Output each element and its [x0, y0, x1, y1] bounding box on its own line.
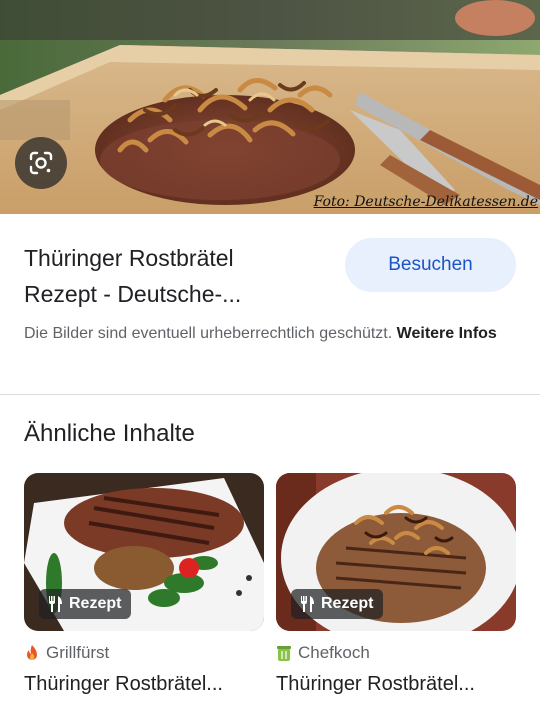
more-info-link[interactable]: Weitere Infos	[397, 325, 497, 342]
chef-pot-icon	[277, 646, 291, 661]
visit-button[interactable]: Besuchen	[345, 238, 516, 292]
hero-image[interactable]: Foto: Deutsche-Delikatessen.de	[0, 0, 540, 214]
related-card-thumbnail[interactable]: Rezept	[24, 473, 264, 631]
google-lens-icon	[29, 151, 53, 175]
google-lens-button[interactable]	[15, 137, 67, 189]
recipe-badge-label: Rezept	[69, 595, 122, 612]
flame-icon	[27, 645, 37, 660]
card-source: Grillfürst	[24, 643, 264, 663]
card-source-label: Grillfürst	[46, 643, 110, 662]
copyright-notice: Die Bilder sind eventuell urheberrechtli…	[24, 322, 524, 346]
result-title-line-1: Thüringer Rostbrätel	[24, 245, 234, 271]
fork-knife-icon	[301, 596, 314, 612]
result-title[interactable]: Thüringer Rostbrätel Rezept - Deutsche-.…	[24, 240, 324, 312]
recipe-badge: Rezept	[291, 589, 384, 619]
result-title-line-2: Rezept - Deutsche-...	[24, 281, 242, 307]
steak-photo	[0, 0, 540, 214]
divider	[0, 394, 540, 395]
related-heading: Ähnliche Inhalte	[24, 420, 195, 447]
copyright-text: Die Bilder sind eventuell urheberrechtli…	[24, 325, 393, 342]
card-title[interactable]: Thüringer Rostbrätel...	[276, 673, 516, 696]
card-source: Chefkoch	[276, 643, 516, 663]
related-card-thumbnail[interactable]: Rezept	[276, 473, 516, 631]
fork-knife-icon	[49, 596, 62, 612]
card-source-label: Chefkoch	[298, 643, 370, 662]
recipe-badge: Rezept	[39, 589, 132, 619]
related-card[interactable]: Rezept Grillfürst Thüringer Rostbrätel..…	[24, 473, 264, 696]
recipe-badge-label: Rezept	[321, 595, 374, 612]
related-card[interactable]: Rezept Chefkoch Thüringer Rostbrätel...	[276, 473, 516, 696]
photo-credit: Foto: Deutsche-Delikatessen.de	[313, 194, 538, 210]
card-title[interactable]: Thüringer Rostbrätel...	[24, 673, 264, 696]
